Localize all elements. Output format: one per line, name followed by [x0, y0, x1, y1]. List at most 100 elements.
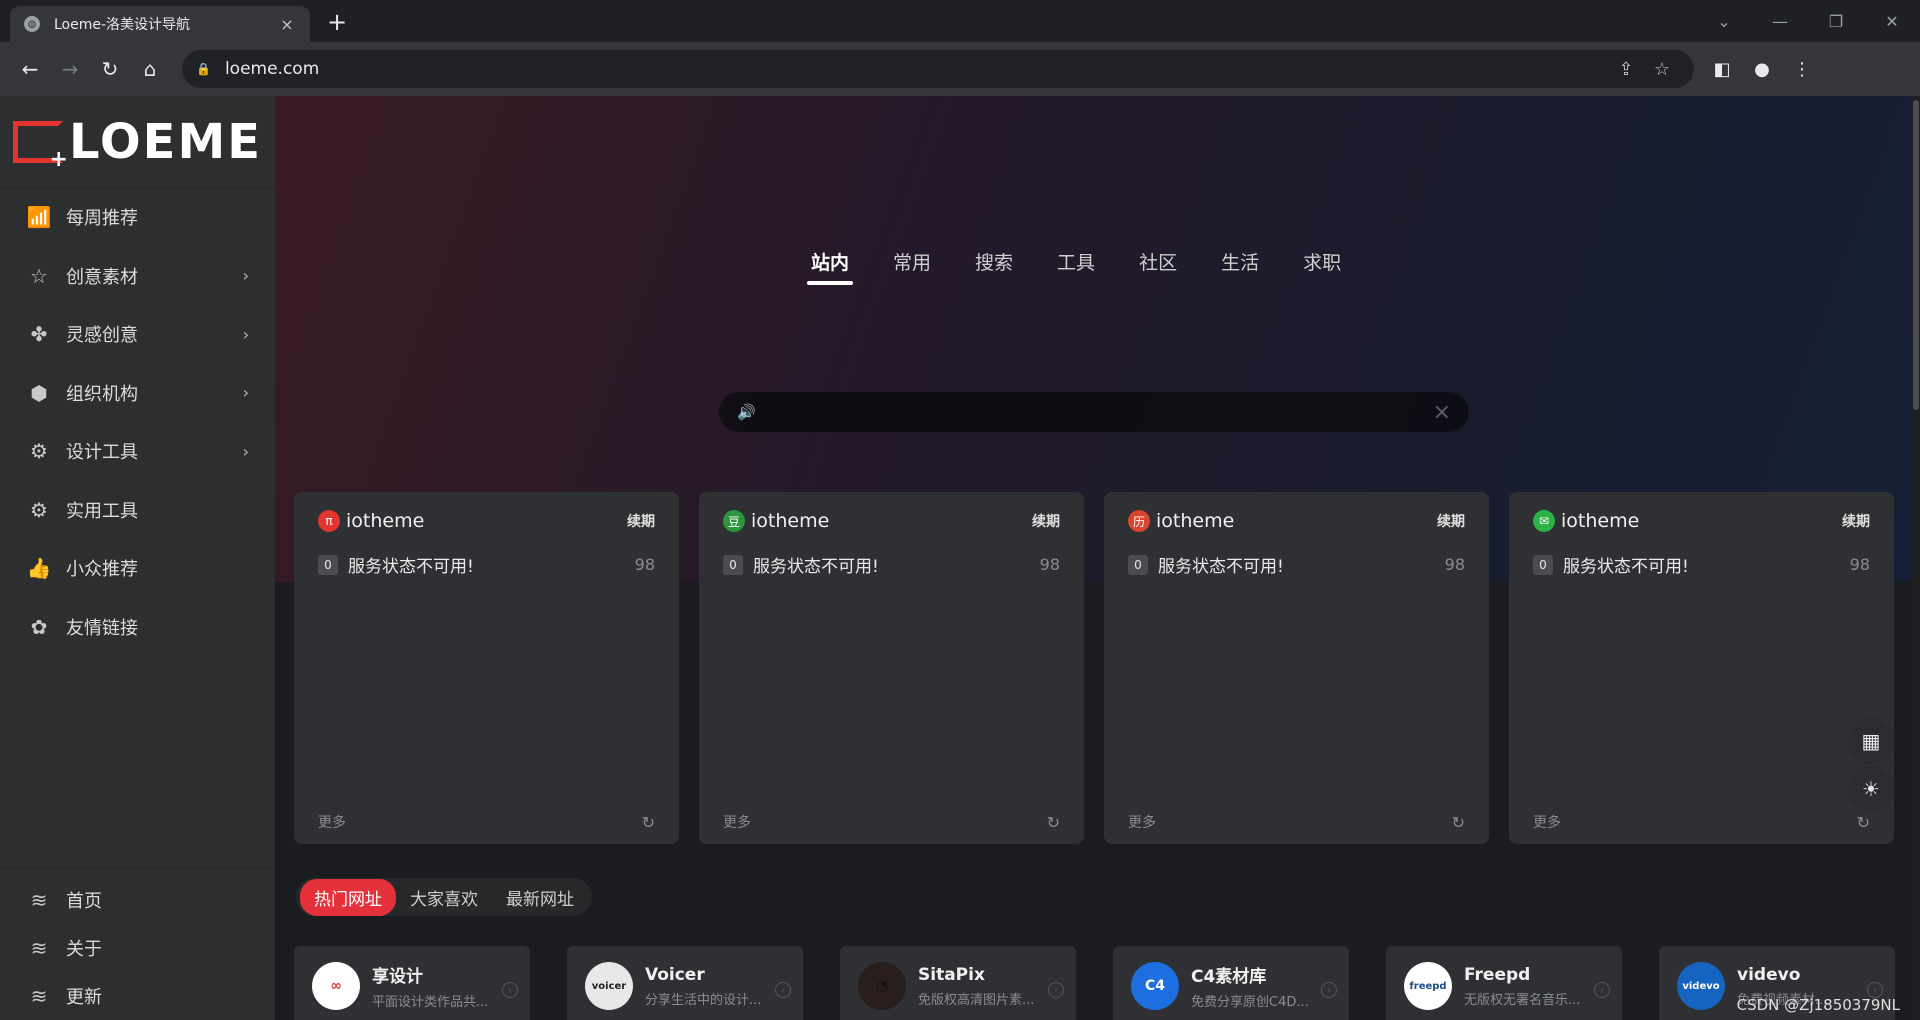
theme-toggle-icon[interactable]: ☀: [1848, 766, 1894, 812]
clover-icon: ✤: [30, 322, 48, 347]
site-info: 享设计 平面设计类作品共...: [372, 962, 512, 1010]
sidebar-item[interactable]: ⚙ 设计工具 ›: [0, 422, 275, 481]
forward-icon[interactable]: →: [52, 51, 88, 87]
profile-icon[interactable]: ●: [1742, 51, 1782, 87]
list-item[interactable]: 0 服务状态不可用! 98: [318, 552, 655, 577]
refresh-icon[interactable]: ↻: [1047, 813, 1060, 832]
site-card[interactable]: ∞ 享设计 平面设计类作品共... ›: [294, 946, 530, 1020]
chevron-right-icon: ›: [242, 441, 249, 461]
layers-icon: ≋: [30, 888, 48, 912]
minimize-icon[interactable]: —: [1752, 0, 1808, 42]
menu-kebab-icon[interactable]: ⋮: [1782, 51, 1822, 87]
list-item[interactable]: 0 服务状态不可用! 98: [1533, 552, 1870, 577]
site-list: ∞ 享设计 平面设计类作品共... › voicer Voicer 分享生活中的设计... ›…: [294, 946, 1920, 1020]
site-logo[interactable]: LOEME: [0, 96, 275, 188]
sidebar-menu: 📶 每周推荐 ☆ 创意素材 › ✤ 灵感创意 › ⬢ 组织机构 › ⚙ 设计工具 › ⚙ 实用工具 👍 小众推荐 ✿…: [0, 188, 275, 656]
site-card[interactable]: freepd Freepd 无版权无署名音乐... ›: [1386, 946, 1622, 1020]
sidebar: LOEME 📶 每周推荐 ☆ 创意素材 › ✤ 灵感创意 › ⬢ 组织机构 › ⚙ 设计工具 › ⚙ 实用工具…: [0, 96, 275, 1020]
calendar-icon: 历: [1128, 510, 1150, 532]
list-item[interactable]: 0 服务状态不可用! 98: [1128, 552, 1465, 577]
more-link[interactable]: 更多: [318, 812, 346, 832]
arrow-right-icon[interactable]: ›: [1321, 982, 1337, 998]
site-name: videvo: [1737, 964, 1801, 985]
wechat-icon: ✉: [1533, 510, 1555, 532]
sidebar-bottom-item[interactable]: ≋ 更新: [0, 972, 275, 1020]
reload-icon[interactable]: ↻: [92, 51, 128, 87]
lock-icon[interactable]: 🔒: [196, 62, 211, 76]
arrow-right-icon[interactable]: ›: [502, 982, 518, 998]
site-logo-icon: freepd: [1404, 962, 1452, 1010]
scrollbar[interactable]: [1912, 96, 1920, 1020]
sidebar-item[interactable]: ✤ 灵感创意 ›: [0, 305, 275, 364]
sidebar-item-label: 小众推荐: [66, 559, 138, 581]
site-tab[interactable]: 大家喜欢: [396, 879, 492, 916]
item-count: 98: [634, 555, 655, 574]
arrow-right-icon[interactable]: ›: [775, 982, 791, 998]
refresh-icon[interactable]: ↻: [1857, 813, 1870, 832]
address-bar[interactable]: 🔒 loeme.com ⇪ ☆: [182, 50, 1694, 88]
calculator-icon[interactable]: ▦: [1848, 718, 1894, 764]
browser-toolbar: ← → ↻ ⌂ 🔒 loeme.com ⇪ ☆ ◧ ● ⋮: [0, 42, 1920, 96]
search-tab[interactable]: 求职: [1303, 248, 1341, 285]
users-icon: ✿: [30, 614, 48, 639]
search-tab[interactable]: 工具: [1057, 248, 1095, 285]
close-window-icon[interactable]: ✕: [1864, 0, 1920, 42]
search-tab[interactable]: 站内: [806, 248, 854, 285]
search-tab[interactable]: 搜索: [975, 248, 1013, 285]
back-icon[interactable]: ←: [12, 51, 48, 87]
more-link[interactable]: 更多: [723, 812, 751, 832]
renew-link[interactable]: 续期: [627, 511, 655, 531]
site-tab[interactable]: 最新网址: [492, 879, 588, 916]
scrollbar-thumb[interactable]: [1913, 100, 1919, 410]
site-name: 享设计: [372, 967, 423, 987]
sidebar-item-label: 组织机构: [66, 383, 138, 405]
search-tab[interactable]: 生活: [1221, 248, 1259, 285]
sidebar-item[interactable]: ☆ 创意素材 ›: [0, 247, 275, 306]
refresh-icon[interactable]: ↻: [1452, 813, 1465, 832]
sidebar-item[interactable]: ⬢ 组织机构 ›: [0, 364, 275, 423]
search-tab[interactable]: 常用: [893, 248, 931, 285]
sidebar-item[interactable]: ⚙ 实用工具: [0, 481, 275, 540]
refresh-icon[interactable]: ↻: [642, 813, 655, 832]
restore-icon[interactable]: ❐: [1808, 0, 1864, 42]
item-text: 服务状态不可用!: [753, 557, 879, 577]
sidebar-bottom-item[interactable]: ≋ 关于: [0, 924, 275, 972]
card-header: 历 iotheme 续期: [1128, 510, 1465, 532]
sidebar-bottom-item[interactable]: ≋ 首页: [0, 876, 275, 924]
tab-close-icon[interactable]: ×: [278, 15, 296, 34]
gear-icon: ⚙: [30, 439, 48, 464]
tab-search-icon[interactable]: ⌄: [1696, 0, 1752, 42]
sidebar-item[interactable]: 📶 每周推荐: [0, 188, 275, 247]
bookmark-star-icon[interactable]: ☆: [1644, 59, 1680, 80]
speaker-icon[interactable]: 🔊: [737, 403, 756, 421]
search-input[interactable]: [769, 403, 1433, 421]
star-icon: ☆: [30, 263, 48, 288]
site-card[interactable]: ◔ SitaPix 免版权高清图片素... ›: [840, 946, 1076, 1020]
renew-link[interactable]: 续期: [1842, 511, 1870, 531]
url-text[interactable]: loeme.com: [225, 59, 1608, 79]
arrow-right-icon[interactable]: ›: [1048, 982, 1064, 998]
more-link[interactable]: 更多: [1533, 812, 1561, 832]
sidebar-item[interactable]: ✿ 友情链接: [0, 598, 275, 657]
share-icon[interactable]: ⇪: [1608, 59, 1644, 80]
item-count: 98: [1849, 555, 1870, 574]
search-tab[interactable]: 社区: [1139, 248, 1177, 285]
renew-link[interactable]: 续期: [1437, 511, 1465, 531]
card-title: iotheme: [1561, 510, 1640, 532]
more-link[interactable]: 更多: [1128, 812, 1156, 832]
new-tab-button[interactable]: +: [322, 8, 352, 38]
site-card[interactable]: C4 C4素材库 免费分享原创C4D... ›: [1113, 946, 1349, 1020]
site-tab[interactable]: 热门网址: [300, 878, 396, 916]
globe-icon: ◍: [24, 16, 40, 32]
clear-icon[interactable]: ×: [1433, 400, 1451, 425]
site-card[interactable]: voicer Voicer 分享生活中的设计... ›: [567, 946, 803, 1020]
card-footer: 更多 ↻: [1533, 812, 1870, 832]
sidebar-item[interactable]: 👍 小众推荐: [0, 539, 275, 598]
browser-tab[interactable]: ◍ Loeme-洛美设计导航 ×: [10, 6, 310, 42]
list-item[interactable]: 0 服务状态不可用! 98: [723, 552, 1060, 577]
sidebar-item-label: 创意素材: [66, 266, 138, 288]
renew-link[interactable]: 续期: [1032, 511, 1060, 531]
home-icon[interactable]: ⌂: [132, 51, 168, 87]
side-panel-icon[interactable]: ◧: [1702, 51, 1742, 87]
arrow-right-icon[interactable]: ›: [1594, 982, 1610, 998]
